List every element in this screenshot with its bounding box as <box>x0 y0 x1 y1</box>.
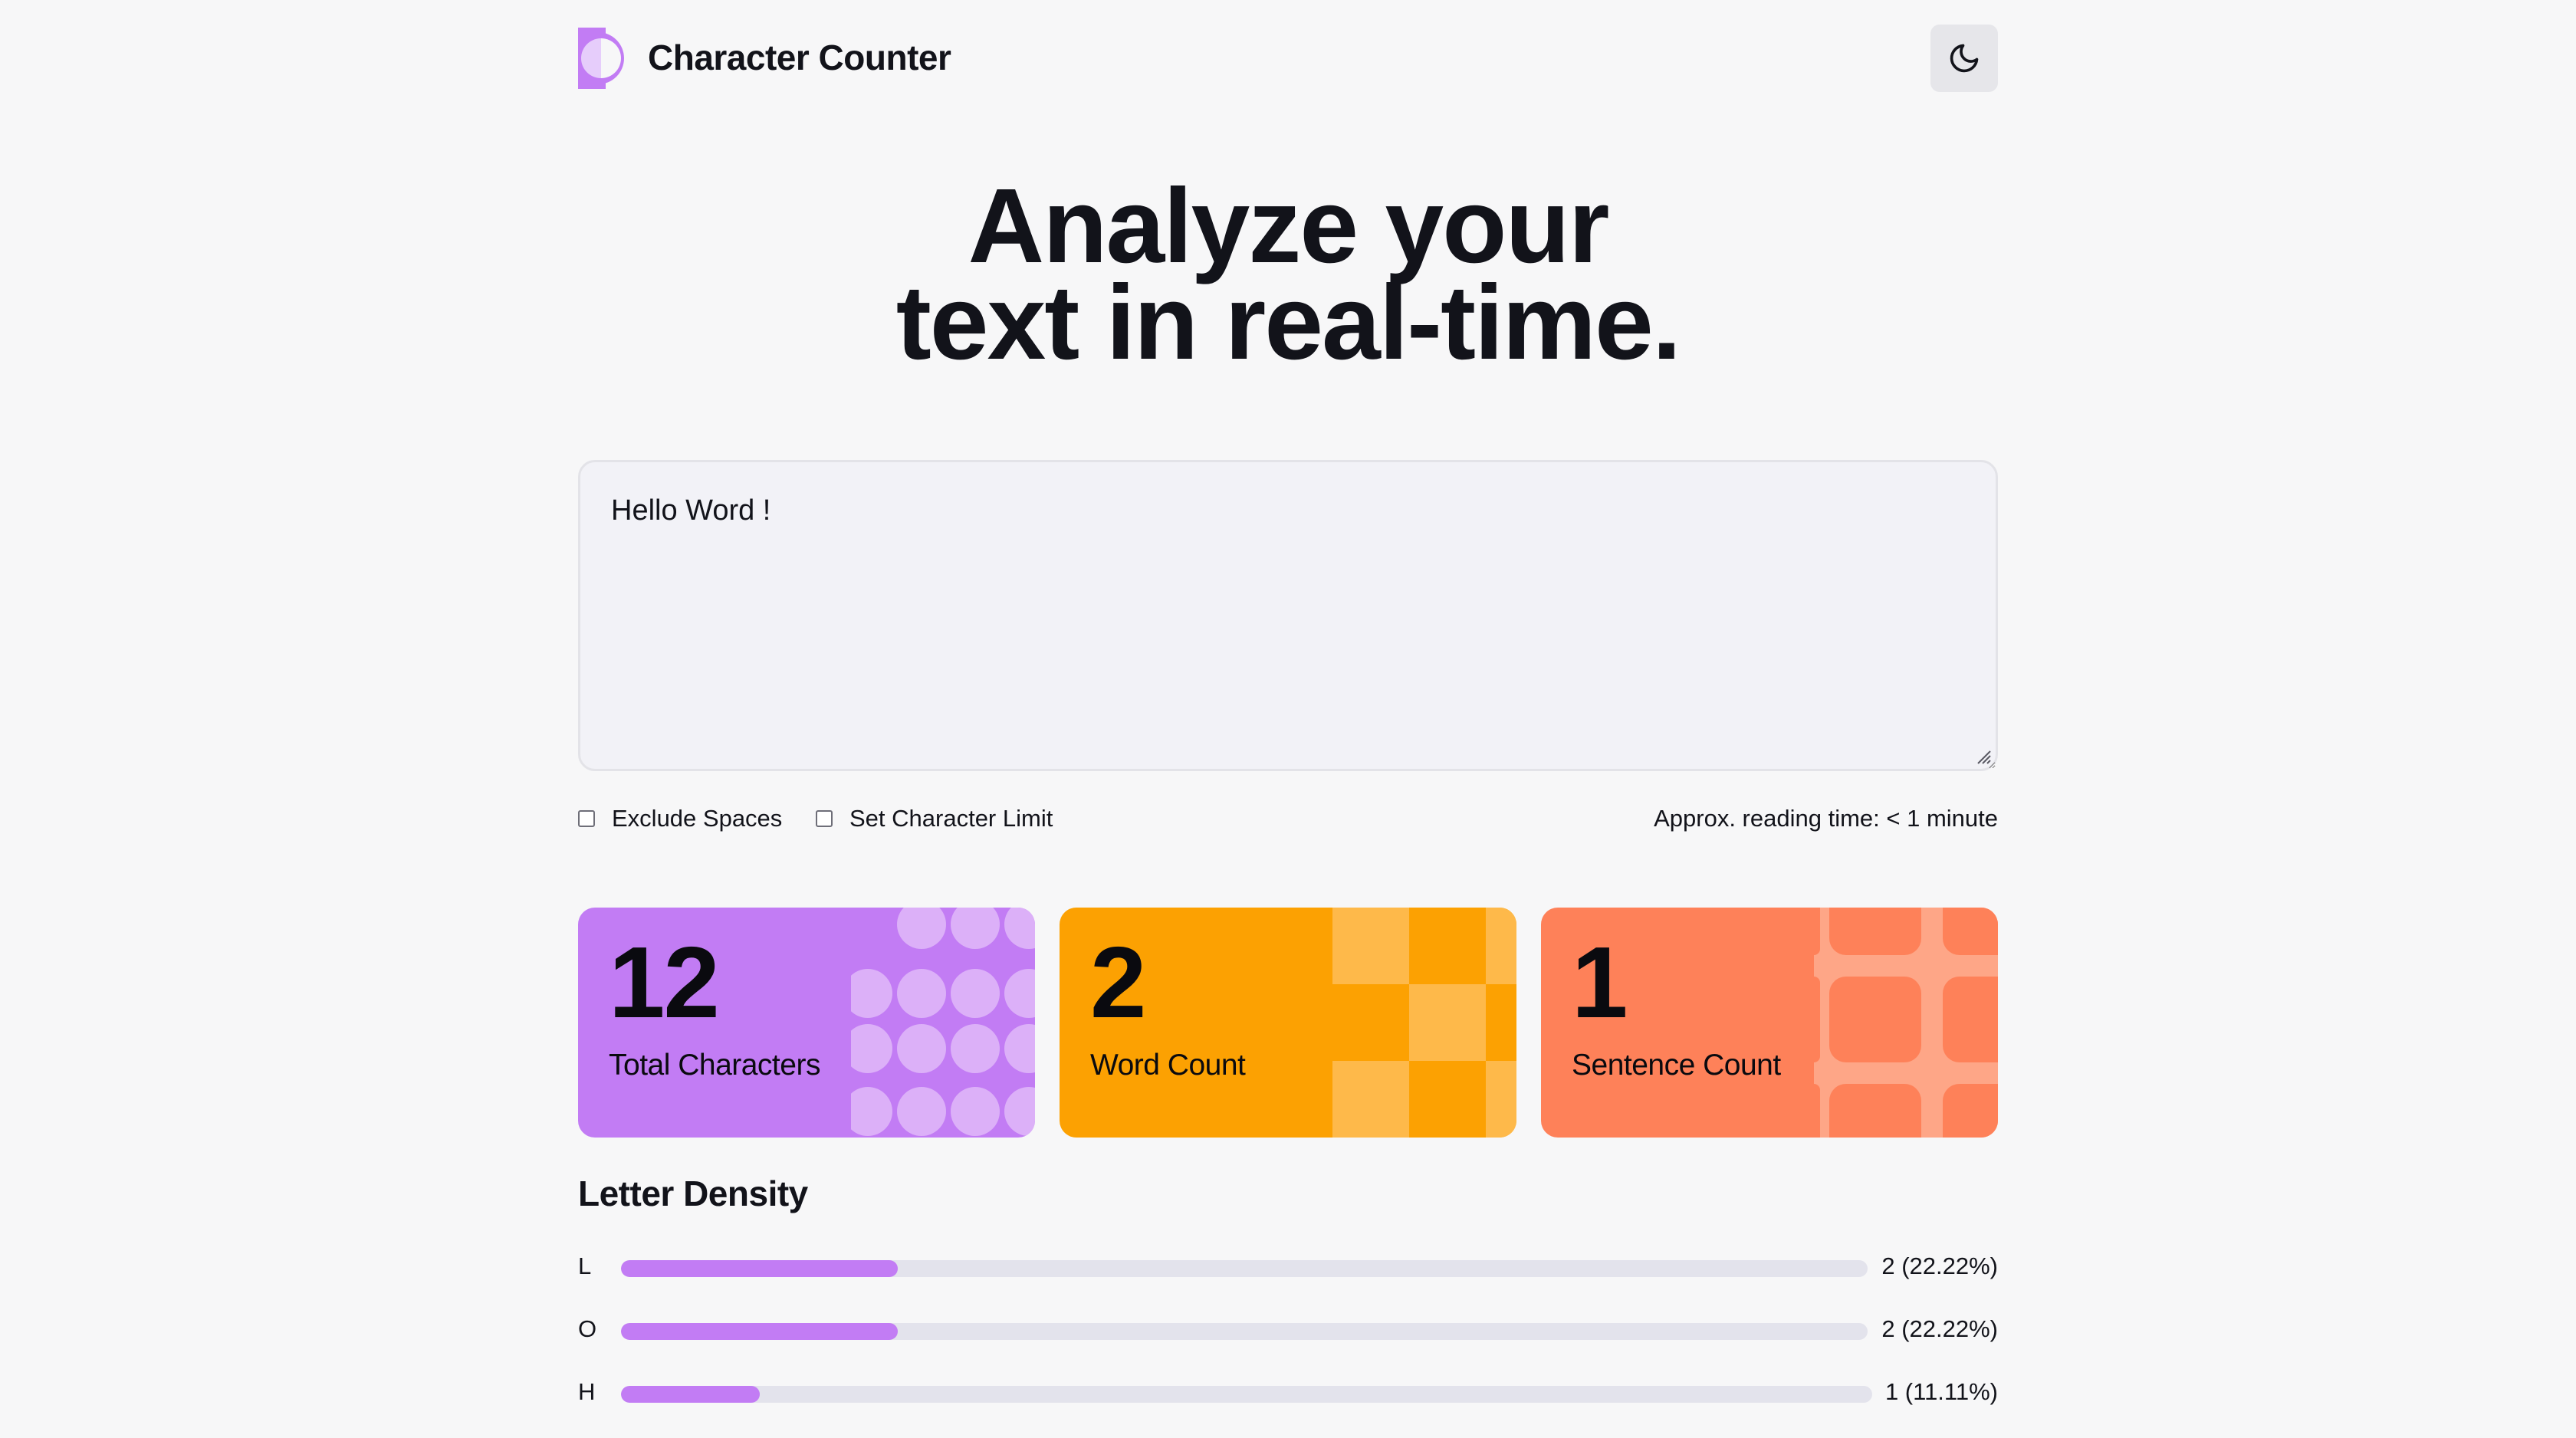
exclude-spaces-label: Exclude Spaces <box>612 805 783 832</box>
theme-toggle-button[interactable] <box>1930 25 1998 92</box>
density-row: L 2 (22.22%) <box>578 1249 1998 1283</box>
app-header: Character Counter <box>578 25 1998 92</box>
circles-pattern-icon <box>851 908 1035 1136</box>
text-input[interactable] <box>578 460 1998 771</box>
density-bar-fill <box>621 1386 761 1403</box>
density-bar-track <box>621 1323 1868 1340</box>
options-row: Exclude Spaces Set Character Limit Appro… <box>578 802 1998 836</box>
density-letter: O <box>578 1315 597 1342</box>
moon-icon <box>1950 44 1979 73</box>
density-value: 2 (22.22%) <box>1881 1315 1998 1342</box>
sentence-count-label: Sentence Count <box>1572 1049 1781 1082</box>
character-limit-option[interactable]: Set Character Limit <box>816 802 1053 836</box>
density-letter: L <box>578 1253 592 1279</box>
word-count-value: 2 <box>1090 926 1146 1039</box>
density-row: H 1 (11.11%) <box>578 1375 1998 1409</box>
hero-line-1: Analyze your <box>968 167 1610 285</box>
density-bar-track <box>621 1260 1868 1277</box>
character-limit-label: Set Character Limit <box>849 805 1053 832</box>
density-bar-track <box>621 1386 1872 1403</box>
sentence-count-card: 1 Sentence Count <box>1541 908 1998 1138</box>
word-count-card: 2 Word Count <box>1060 908 1516 1138</box>
density-row: O 2 (22.22%) <box>578 1312 1998 1346</box>
exclude-spaces-option[interactable]: Exclude Spaces <box>578 802 782 836</box>
density-value: 1 (11.11%) <box>1884 1378 1998 1405</box>
density-bar-fill <box>621 1323 899 1340</box>
total-characters-value: 12 <box>609 926 720 1039</box>
character-limit-checkbox[interactable] <box>816 810 833 827</box>
app-title: Character Counter <box>648 38 951 77</box>
density-bar-fill <box>621 1260 899 1277</box>
letter-density-heading: Letter Density <box>578 1174 808 1213</box>
density-value: 2 (22.22%) <box>1881 1253 1998 1279</box>
resize-handle-icon[interactable] <box>1973 747 1992 765</box>
total-characters-card: 12 Total Characters <box>578 908 1035 1138</box>
sentence-count-value: 1 <box>1572 926 1628 1039</box>
word-count-label: Word Count <box>1090 1049 1246 1082</box>
total-characters-label: Total Characters <box>609 1049 820 1082</box>
hero-heading: Analyze your text in real-time. <box>0 167 2576 382</box>
exclude-spaces-checkbox[interactable] <box>578 810 595 827</box>
half-circle-logo-icon <box>578 28 624 89</box>
density-letter: H <box>578 1378 596 1405</box>
rounded-squares-pattern-icon <box>1814 908 1998 1138</box>
hero-line-2: text in real-time. <box>895 264 1681 382</box>
reading-time: Approx. reading time: < 1 minute <box>1654 805 1998 832</box>
checker-pattern-icon <box>1332 908 1516 1138</box>
